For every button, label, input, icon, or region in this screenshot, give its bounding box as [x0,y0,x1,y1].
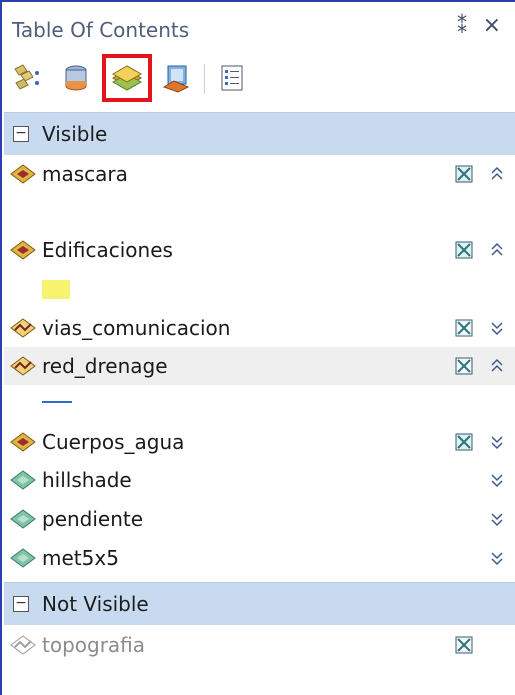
symbol-swatch-line [42,401,72,403]
group-header-not-visible[interactable]: − Not Visible [4,582,515,625]
toolbar-separator [204,64,205,94]
group-label: Visible [42,122,108,146]
layer-row-red-drenage[interactable]: red_drenage [4,347,515,385]
line-layer-icon [10,318,36,338]
layer-name: Edificaciones [42,238,173,262]
collapse-icon[interactable]: − [13,126,29,142]
panel-title: Table Of Contents [12,18,190,42]
layer-row-hillshade[interactable]: hillshade [4,461,515,499]
checked-checkbox-icon[interactable] [455,165,473,183]
expand-down-icon[interactable] [490,471,504,489]
list-by-visibility-button[interactable] [102,54,152,102]
polygon-layer-icon [10,240,36,260]
layer-name: topografia [42,633,146,657]
close-icon[interactable]: × [483,13,501,38]
layer-row-mascara[interactable]: mascara [4,155,515,193]
expand-down-icon[interactable] [490,510,504,528]
checked-checkbox-icon[interactable] [455,357,473,375]
checked-checkbox-icon[interactable] [455,636,473,654]
group-label: Not Visible [42,592,149,616]
layer-name: Cuerpos_agua [42,430,185,454]
layer-name: pendiente [42,507,144,531]
list-by-visibility-icon [111,65,143,91]
collapse-icon[interactable]: − [13,596,29,612]
polygon-layer-icon [10,432,36,452]
options-button[interactable] [212,58,252,98]
list-by-selection-icon [162,65,190,93]
layer-name: mascara [42,162,128,186]
layer-row-vias-comunicacion[interactable]: vias_comunicacion [4,309,515,347]
layer-row-topografia[interactable]: topografia [4,626,515,664]
list-by-selection-button[interactable] [156,58,196,98]
list-by-drawing-order-icon [14,64,39,90]
collapse-up-icon[interactable] [490,241,504,259]
expand-down-icon[interactable] [490,433,504,451]
line-layer-icon [10,356,36,376]
collapse-up-icon[interactable] [490,165,504,183]
checked-checkbox-icon[interactable] [455,241,473,259]
layer-row-cuerpos-agua[interactable]: Cuerpos_agua [4,423,515,461]
checked-checkbox-icon[interactable] [455,319,473,337]
collapse-up-icon[interactable] [490,357,504,375]
layer-name: red_drenage [42,354,168,378]
layer-row-met5x5[interactable]: met5x5 [4,539,515,577]
options-icon [221,65,243,91]
raster-layer-icon [10,470,36,490]
layer-row-edificaciones[interactable]: Edificaciones [4,231,515,269]
expand-down-icon[interactable] [490,319,504,337]
expand-down-icon[interactable] [490,549,504,567]
line-layer-icon [10,635,36,655]
list-by-source-button[interactable] [56,58,96,98]
checked-checkbox-icon[interactable] [455,433,473,451]
layer-name: met5x5 [42,546,119,570]
layer-name: hillshade [42,468,132,492]
toc-toolbar [4,54,515,102]
panel-titlebar: Table Of Contents ⁑ × [4,4,515,52]
group-header-visible[interactable]: − Visible [4,112,515,155]
polygon-layer-icon [10,164,36,184]
toc-panel: Table Of Contents ⁑ × − Visible mascara … [0,0,515,695]
list-by-source-icon [65,65,87,91]
list-by-drawing-order-button[interactable] [8,58,48,98]
raster-layer-icon [10,548,36,568]
layer-row-pendiente[interactable]: pendiente [4,500,515,538]
raster-layer-icon [10,509,36,529]
pin-icon[interactable]: ⁑ [457,14,467,38]
layer-name: vias_comunicacion [42,316,231,340]
symbol-swatch-yellow [42,280,70,299]
